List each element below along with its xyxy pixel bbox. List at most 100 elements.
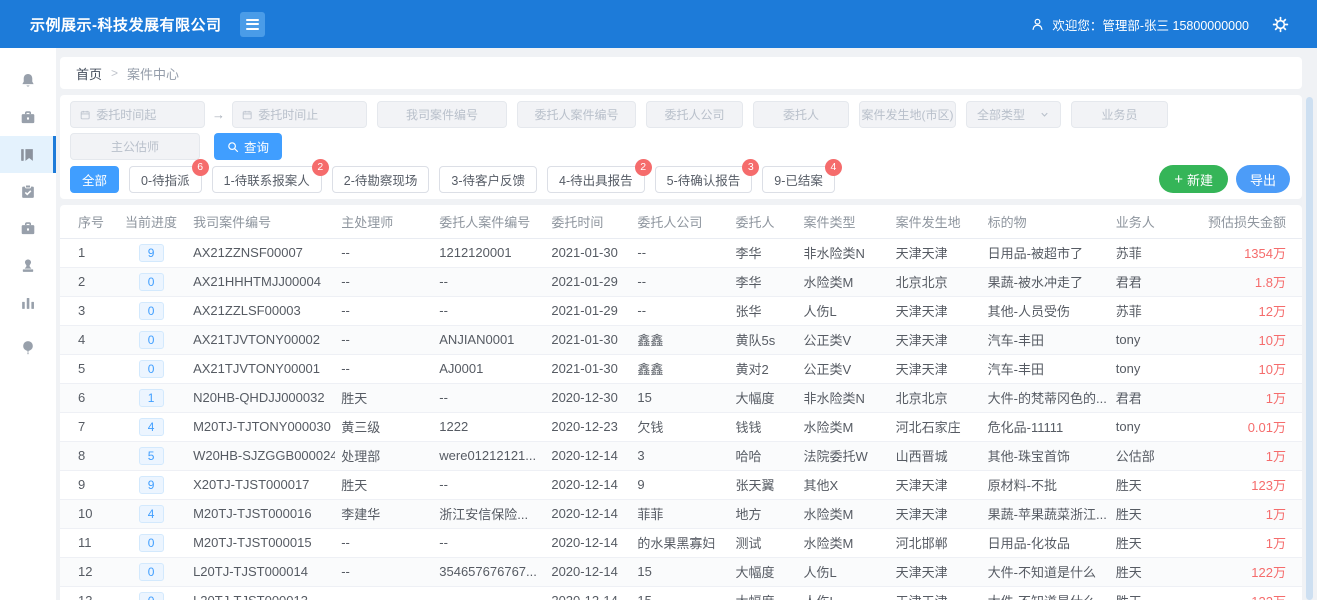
table-row[interactable]: 3 0 AX21ZZLSF00003 -- -- 2021-01-29 -- 张华 人伤L 天津天…	[60, 296, 1302, 326]
calendar-icon	[80, 110, 90, 119]
progress-badge: 4	[138, 417, 164, 436]
tab-count-badge: 3	[742, 158, 760, 176]
balloon-icon	[19, 339, 37, 357]
client-company-input[interactable]	[646, 101, 743, 128]
menu-toggle-button[interactable]	[239, 11, 265, 37]
loss-amount: 123万	[1201, 470, 1302, 500]
table-row[interactable]: 5 0 AX21TJVTONY00001 -- AJ0001 2021-01-30 鑫鑫 黄对…	[60, 354, 1302, 384]
welcome-text: 欢迎您：管理部-张三 15800000000	[1052, 18, 1249, 33]
tab-3-待客户反馈[interactable]: 3-待客户反馈	[439, 165, 538, 193]
export-button[interactable]: 导出	[1235, 165, 1290, 193]
tab-count-badge: 6	[191, 158, 209, 176]
tab-count-badge: 2	[311, 158, 329, 176]
briefcase-icon	[19, 109, 37, 127]
table-row[interactable]: 11 0 M20TJ-TJST000015 -- -- 2020-12-14 的水果黑寡妇测…	[60, 528, 1302, 558]
tab-0-待指派[interactable]: 0-待指派 6	[129, 158, 209, 193]
breadcrumb-home[interactable]: 首页	[76, 64, 102, 83]
chevron-down-icon	[1041, 112, 1048, 117]
main-content: 首页 > 案件中心 → 全部类型	[56, 48, 1317, 600]
loss-amount: 10万	[1201, 325, 1302, 355]
case-location-input[interactable]	[859, 101, 956, 128]
table-row[interactable]: 7 4 M20TJ-TJTONY000030 黄三级 1222 2020-12-23 欠钱钱…	[60, 412, 1302, 442]
table-row[interactable]: 130L20TJ-TJST000013----2020-12-1415大幅度人伤…	[60, 586, 1302, 600]
column-header: 委托时间	[545, 205, 632, 239]
plus-icon: +	[1174, 170, 1183, 188]
sidebar-item-notifications[interactable]	[0, 62, 56, 99]
date-start-input[interactable]	[70, 101, 205, 128]
user-icon	[1030, 17, 1045, 32]
loss-amount: 1.8万	[1201, 267, 1302, 297]
progress-badge: 0	[138, 301, 164, 320]
column-header: 委托人	[729, 205, 798, 239]
loss-amount: 122万	[1201, 586, 1302, 600]
our-case-no-input[interactable]	[377, 101, 507, 128]
loss-amount: 0.01万	[1201, 412, 1302, 442]
column-header: 主处理师	[335, 205, 434, 239]
loss-amount: 1万	[1201, 499, 1302, 529]
bar-chart-icon	[19, 294, 37, 312]
cases-table: 序号 当前进度 我司案件编号 主处理师 委托人案件编号 委托时间 委托人公司 委托人 案件类型案…	[60, 205, 1302, 600]
table-row[interactable]: 9 9 X20TJ-TJST000017 胜天 -- 2020-12-14 9 张天翼 其他X 天…	[60, 470, 1302, 500]
progress-badge: 0	[138, 591, 164, 600]
case-type-select[interactable]: 全部类型	[966, 101, 1061, 128]
progress-badge: 0	[138, 272, 164, 291]
tab-2-待勘察现场[interactable]: 2-待勘察现场	[331, 165, 430, 193]
table-row[interactable]: 6 1 N20HB-QHDJJ000032 胜天 -- 2020-12-30 15 大幅度 非水…	[60, 383, 1302, 413]
sidebar-item-tasks[interactable]	[0, 173, 56, 210]
loss-amount: 10万	[1201, 354, 1302, 384]
sidebar-item-map[interactable]	[0, 329, 56, 366]
progress-badge: 0	[138, 330, 164, 349]
sidebar-item-seal[interactable]	[0, 247, 56, 284]
column-header: 当前进度	[115, 205, 188, 239]
client-case-no-input[interactable]	[517, 101, 636, 128]
table-row[interactable]: 10 4 M20TJ-TJST000016 李建华 浙江安信保险... 2020-12-1…	[60, 499, 1302, 529]
sidebar-item-business[interactable]	[0, 210, 56, 247]
tab-9-已结案[interactable]: 9-已结案 4	[762, 158, 842, 193]
tab-5-待确认报告[interactable]: 5-待确认报告 3	[654, 158, 760, 193]
loss-amount: 122万	[1201, 557, 1302, 587]
table-row[interactable]: 1 9 AX21ZZNSF00007 -- 1212120001 2021-01-30 --…	[60, 238, 1302, 268]
case-book-icon	[18, 146, 36, 164]
column-header: 委托人案件编号	[433, 205, 546, 239]
tab-count-badge: 2	[634, 158, 652, 176]
table-row[interactable]: 4 0 AX21TJVTONY00002 -- ANJIAN0001 2021-01-30…	[60, 325, 1302, 355]
tab-全部[interactable]: 全部	[70, 165, 120, 193]
column-header: 预估损失金额	[1201, 205, 1302, 239]
column-header: 案件发生地	[889, 205, 982, 239]
loss-amount: 1万	[1201, 383, 1302, 413]
tab-4-待出具报告[interactable]: 4-待出具报告 2	[547, 158, 652, 193]
table-row[interactable]: 8 5 W20HB-SJZGGB000024 处理部 were01212121... 20…	[60, 441, 1302, 471]
column-header: 业务人	[1109, 205, 1202, 239]
stamp-icon	[19, 257, 37, 275]
table-row[interactable]: 12 0 L20TJ-TJST000014 -- 354657676767... 2020…	[60, 557, 1302, 587]
loss-amount: 1354万	[1201, 238, 1302, 268]
client-input[interactable]	[753, 101, 849, 128]
breadcrumb-current: 案件中心	[127, 66, 180, 82]
progress-badge: 0	[138, 359, 164, 378]
sidebar-item-case-center[interactable]	[0, 136, 56, 173]
progress-badge: 9	[138, 475, 164, 494]
table-row[interactable]: 2 0 AX21HHHTMJJ00004 -- -- 2021-01-29 -- 李华 水险类M…	[60, 267, 1302, 297]
progress-badge: 9	[138, 243, 164, 262]
progress-badge: 4	[138, 504, 164, 523]
loss-amount: 12万	[1201, 296, 1302, 326]
tab-1-待联系报案人[interactable]: 1-待联系报案人 2	[211, 158, 329, 193]
briefcase2-icon	[19, 220, 37, 238]
filter-panel: → 全部类型 查询	[60, 95, 1302, 199]
sidebar-item-statistics[interactable]	[0, 284, 56, 321]
date-end-input[interactable]	[232, 101, 367, 128]
date-range-arrow-icon: →	[212, 107, 225, 122]
scrollbar-thumb[interactable]	[1306, 97, 1313, 600]
settings-gear-icon[interactable]	[1272, 16, 1289, 33]
create-button[interactable]: + 新建	[1159, 165, 1228, 193]
column-header: 标的物	[981, 205, 1110, 239]
clipboard-check-icon	[19, 183, 37, 201]
chief-assessor-input[interactable]	[70, 133, 200, 160]
company-title: 示例展示-科技发展有限公司	[30, 16, 222, 34]
salesman-input[interactable]	[1071, 101, 1168, 128]
search-button[interactable]: 查询	[214, 133, 283, 160]
breadcrumb: 首页 > 案件中心	[60, 57, 1302, 89]
breadcrumb-separator: >	[111, 66, 119, 80]
column-header: 案件类型	[797, 205, 890, 239]
sidebar-item-work[interactable]	[0, 99, 56, 136]
